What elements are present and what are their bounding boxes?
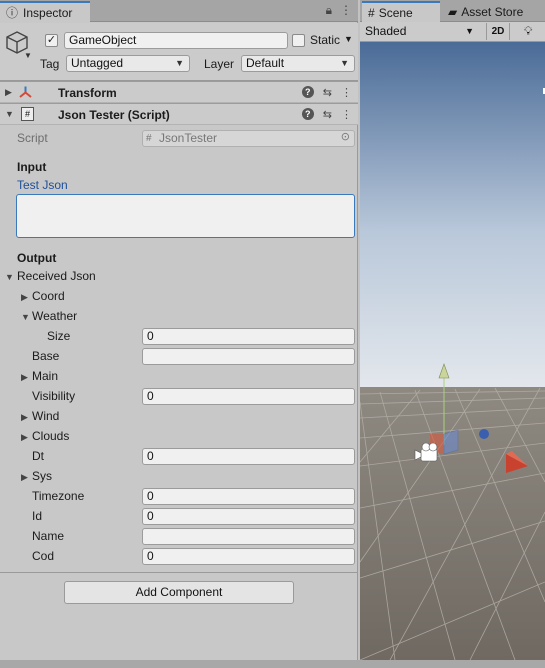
presets-icon[interactable]: ⇆ [323, 86, 332, 99]
shading-mode-dropdown[interactable]: Shaded ▼ [362, 23, 478, 40]
name-label: Name [32, 529, 65, 543]
size-input[interactable]: 0 [142, 328, 355, 345]
json-tester-title: Json Tester (Script) [58, 108, 170, 122]
presets-icon[interactable]: ⇆ [323, 108, 332, 121]
sys-label[interactable]: Sys [32, 469, 52, 483]
tab-inspector[interactable]: ⓘ Inspector [0, 1, 90, 22]
output-header: Output [17, 251, 57, 265]
cod-label: Cod [32, 549, 55, 563]
lock-icon[interactable]: 🔒︎ [326, 3, 332, 18]
id-label: Id [32, 509, 43, 523]
static-label: Static [310, 33, 341, 47]
foldout-collapsed-icon[interactable]: ▶ [21, 472, 28, 483]
foldout-collapsed-icon[interactable]: ▶ [21, 292, 28, 303]
chevron-down-icon: ▼ [340, 58, 349, 68]
tag-dropdown[interactable]: Untagged ▼ [66, 55, 190, 72]
chevron-down-icon: ▼ [465, 26, 474, 36]
id-input[interactable]: 0 [142, 508, 355, 525]
scene-viewport[interactable] [360, 42, 545, 660]
help-icon[interactable]: ? [301, 108, 314, 120]
script-file-icon: # [21, 107, 34, 121]
info-icon: ⓘ [6, 6, 19, 20]
script-field[interactable]: # JsonTester ⊙ [142, 130, 355, 147]
shading-mode-value: Shaded [365, 24, 407, 38]
test-json-textarea[interactable] [16, 194, 355, 238]
scene-tabbar: # Scene ▰ Asset Store [360, 0, 545, 22]
timezone-label: Timezone [32, 489, 85, 503]
help-icon[interactable]: ? [301, 86, 314, 98]
tag-label: Tag [40, 57, 60, 71]
transform-header-icons: ? ⇆ ⋮ [301, 86, 352, 99]
timezone-input[interactable]: 0 [142, 488, 355, 505]
inspector-panel: ⓘ Inspector 🔒︎ ⋮ ▼ ✓ GameObject Static ▼… [0, 0, 358, 668]
tab-scene-label: Scene [378, 5, 413, 20]
icon-caret-icon[interactable]: ▼ [24, 51, 32, 60]
toggle-2d-button[interactable]: 2D [486, 23, 510, 40]
dt-input[interactable]: 0 [142, 448, 355, 465]
transform-title: Transform [58, 86, 117, 100]
json-tester-header-icons: ? ⇆ ⋮ [301, 108, 352, 121]
kebab-menu-icon[interactable]: ⋮ [341, 86, 352, 99]
base-input[interactable] [142, 348, 355, 365]
active-checkbox[interactable]: ✓ [45, 34, 58, 47]
main-label[interactable]: Main [32, 369, 58, 383]
shopping-bag-icon: ▰ [448, 4, 458, 19]
grid-icon: # [368, 5, 375, 20]
json-tester-component-header[interactable]: ▼ # Json Tester (Script) ? ⇆ ⋮ [0, 103, 358, 125]
foldout-collapsed-icon[interactable]: ▶ [21, 412, 28, 423]
scene-toolbar: Shaded ▼ 2D 💡︎ [360, 22, 545, 42]
wind-label[interactable]: Wind [32, 409, 59, 423]
foldout-collapsed-icon[interactable]: ▶ [21, 372, 28, 383]
script-value: JsonTester [159, 131, 218, 145]
foldout-expanded-icon[interactable]: ▼ [5, 109, 14, 119]
inspector-tabbar: ⓘ Inspector 🔒︎ ⋮ [0, 0, 358, 22]
tab-inspector-label: Inspector [23, 5, 73, 20]
static-dropdown-icon[interactable]: ▼ [344, 34, 353, 44]
foldout-collapsed-icon[interactable]: ▶ [21, 432, 28, 443]
cod-input[interactable]: 0 [142, 548, 355, 565]
divider [0, 572, 358, 573]
lighting-toggle-icon[interactable]: 💡︎ [524, 24, 532, 39]
foldout-expanded-icon[interactable]: ▼ [5, 272, 14, 282]
layer-value: Default [246, 56, 285, 70]
weather-label[interactable]: Weather [32, 309, 77, 323]
test-json-label: Test Json [17, 178, 68, 192]
script-label: Script [17, 131, 48, 145]
object-picker-icon[interactable]: ⊙ [341, 131, 350, 145]
script-file-icon: # [146, 133, 152, 144]
size-label: Size [47, 329, 71, 343]
visibility-input[interactable]: 0 [142, 388, 355, 405]
kebab-menu-icon[interactable]: ⋮ [341, 108, 352, 121]
inspector-tab-tools: 🔒︎ ⋮ [326, 3, 352, 18]
unity-editor: ⓘ Inspector 🔒︎ ⋮ ▼ ✓ GameObject Static ▼… [0, 0, 545, 668]
tab-asset-store-label: Asset Store [461, 4, 524, 19]
gameobject-name-input[interactable]: GameObject [64, 32, 288, 49]
name-input[interactable] [142, 528, 355, 545]
scene-panel: # Scene ▰ Asset Store Shaded ▼ 2D 💡︎ [360, 0, 545, 668]
transform-component-header[interactable]: ▶ Transform ? ⇆ ⋮ [0, 81, 358, 103]
static-checkbox[interactable] [292, 34, 305, 47]
dt-label: Dt [32, 449, 44, 463]
base-label: Base [32, 349, 60, 363]
bottom-status-strip [0, 660, 545, 668]
foldout-collapsed-icon[interactable]: ▶ [5, 87, 12, 98]
kebab-menu-icon[interactable]: ⋮ [340, 3, 352, 18]
layer-label: Layer [204, 57, 235, 71]
layer-dropdown[interactable]: Default ▼ [241, 55, 355, 72]
input-header: Input [17, 160, 47, 174]
coord-label[interactable]: Coord [32, 289, 65, 303]
add-component-button[interactable]: Add Component [64, 581, 294, 604]
chevron-down-icon: ▼ [175, 58, 184, 68]
visibility-label: Visibility [32, 389, 76, 403]
received-json-label[interactable]: Received Json [17, 269, 96, 283]
tab-asset-store[interactable]: ▰ Asset Store [442, 1, 545, 22]
gameobject-header: ▼ ✓ GameObject Static ▼ Tag Untagged ▼ L… [0, 23, 358, 81]
scene-render [360, 42, 545, 660]
transform-icon [19, 86, 32, 98]
tag-value: Untagged [71, 56, 124, 70]
tab-scene[interactable]: # Scene [362, 1, 440, 22]
clouds-label[interactable]: Clouds [32, 429, 69, 443]
foldout-expanded-icon[interactable]: ▼ [21, 312, 30, 322]
